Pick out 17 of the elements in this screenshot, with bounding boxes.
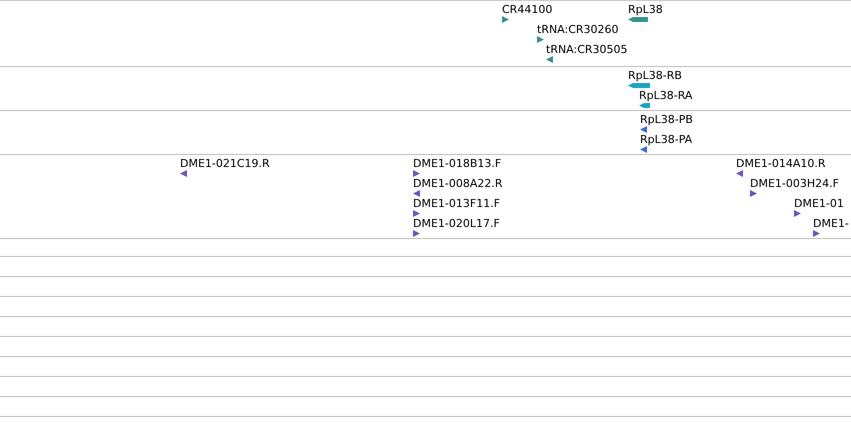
feature-label: tRNA:CR30505	[546, 43, 628, 56]
feature-label: DME1-003H24.F	[750, 177, 839, 190]
feature-label: RpL38-PB	[640, 113, 693, 126]
feature-label: RpL38	[628, 3, 663, 16]
feature-label: RpL38-RB	[628, 69, 682, 82]
feature-label: RpL38-RA	[639, 89, 692, 102]
feature-label: RpL38-PA	[640, 133, 692, 146]
feature-label: DME1-008A22.R	[413, 177, 503, 190]
feature-label: DME1-014A10.R	[736, 157, 826, 170]
feature-label: tRNA:CR30260	[537, 23, 619, 36]
feature-label: DME1-	[813, 217, 849, 230]
feature-label: DME1-021C19.R	[180, 157, 270, 170]
feature-label: CR44100	[502, 3, 552, 16]
feature-label: DME1-01	[794, 197, 844, 210]
feature-label: DME1-018B13.F	[413, 157, 502, 170]
feature-label: DME1-020L17.F	[413, 217, 500, 230]
feature-label: DME1-013F11.F	[413, 197, 500, 210]
